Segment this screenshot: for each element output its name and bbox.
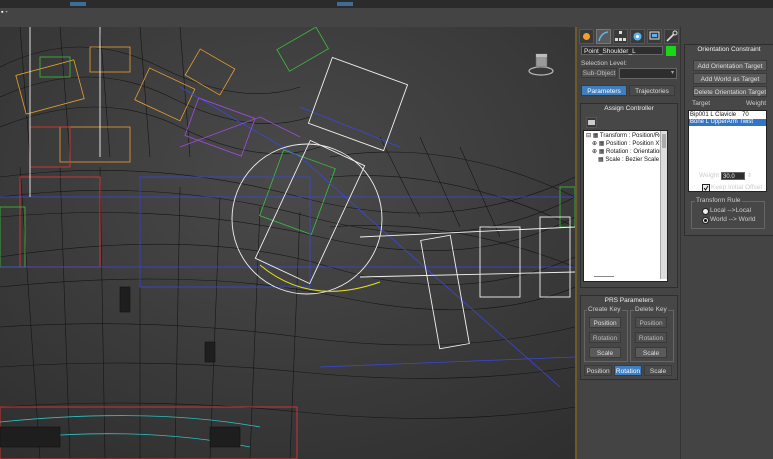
hierarchy-tab-icon[interactable] <box>613 29 628 44</box>
command-panel: Point_Shoulder_L Selection Level: Sub-Ob… <box>577 27 680 459</box>
utilities-tab-icon[interactable] <box>664 29 679 44</box>
chevron-down-icon: ▾ <box>670 70 674 76</box>
transform-rule-label: Transform Rule <box>695 197 742 204</box>
prs-parameters-title[interactable]: PRS Parameters <box>581 296 677 306</box>
controller-tree[interactable]: ⊟ ▦ Transform : Position/Rot ⊕ ▦ Positio… <box>583 130 668 282</box>
object-color-swatch[interactable] <box>666 46 676 56</box>
target-weight: 70 <box>742 112 749 118</box>
object-name-field[interactable]: Point_Shoulder_L <box>581 46 663 55</box>
tree-item-label: Transform : Position/Rot <box>599 133 665 139</box>
target-name: Bip001 L Clavicle <box>690 112 737 118</box>
viewport[interactable] <box>0 27 575 459</box>
tree-item-label: Scale : Bezier Scale <box>605 157 660 163</box>
tree-item-label: Rotation : Orientation <box>606 149 663 155</box>
weight-spinner[interactable]: 30.0 <box>721 172 745 180</box>
spinner-arrows-icon[interactable]: ⇕ <box>747 172 752 179</box>
tree-item-scale[interactable]: ▦ Scale : Bezier Scale <box>598 156 659 164</box>
delete-key-label: Delete Key <box>634 306 668 313</box>
transform-rule-group <box>691 201 765 229</box>
local-local-label: Local -->Local <box>710 207 752 214</box>
wireframe-scene <box>0 27 575 459</box>
scale-subtab[interactable]: Scale <box>644 365 672 376</box>
weight-column-header: Weight <box>746 100 767 107</box>
target-name: Bone L UpperArm Twist <box>690 119 754 125</box>
local-local-radio[interactable] <box>702 208 709 215</box>
delete-rotation-key-button[interactable]: Rotation <box>635 332 667 343</box>
create-scale-key-button[interactable]: Scale <box>589 347 621 358</box>
create-tab-icon[interactable] <box>579 29 594 44</box>
create-position-key-button[interactable]: Position <box>589 317 621 328</box>
target-column-header: Target <box>692 100 711 107</box>
tree-item-position[interactable]: ⊕ ▦ Position : Position XYZ <box>592 140 667 148</box>
command-panel-tabs <box>579 29 679 44</box>
delete-position-key-button[interactable]: Position <box>635 317 667 328</box>
delete-scale-key-button[interactable]: Scale <box>635 347 667 358</box>
toolbar-highlight-1[interactable] <box>70 2 86 6</box>
delete-orientation-target-button[interactable]: Delete Orientation Target <box>693 86 767 97</box>
add-orientation-target-button[interactable]: Add Orientation Target <box>693 60 767 71</box>
viewport-header-bar: ▪ - <box>0 8 773 28</box>
trajectories-tab[interactable]: Trajectories <box>629 85 675 96</box>
tree-item-transform[interactable]: ⊟ ▦ Transform : Position/Rot <box>586 132 664 140</box>
motion-tab-icon[interactable] <box>630 29 645 44</box>
toolbar-highlight-2[interactable] <box>337 2 353 6</box>
modify-tab-icon[interactable] <box>596 29 611 44</box>
tree-scrollbar[interactable] <box>660 131 667 279</box>
tree-hscroll[interactable] <box>594 276 614 277</box>
selection-level-label: Selection Level: <box>581 60 627 67</box>
tree-item-rotation[interactable]: ⊕ ▦ Rotation : Orientation <box>592 148 663 156</box>
world-world-label: World --> World <box>710 216 756 223</box>
position-subtab[interactable]: Position <box>584 365 612 376</box>
add-world-target-button[interactable]: Add World as Target <box>693 73 767 84</box>
parameters-tab[interactable]: Parameters <box>581 85 627 96</box>
create-key-label: Create Key <box>587 306 622 313</box>
display-tab-icon[interactable] <box>647 29 662 44</box>
rotation-subtab[interactable]: Rotation <box>614 365 642 376</box>
world-world-radio[interactable] <box>702 217 709 224</box>
assign-controller-title[interactable]: Assign Controller <box>581 104 677 114</box>
sub-object-button[interactable]: Sub-Object <box>581 68 617 78</box>
keep-initial-offset-label: Keep Initial Offset <box>711 184 763 191</box>
orientation-constraint-panel: Orientation Constraint Add Orientation T… <box>680 27 773 459</box>
target-row[interactable]: Bip001 L Clavicle 70 <box>689 112 766 119</box>
weight-label: Weight <box>699 172 720 179</box>
orientation-constraint-title[interactable]: Orientation Constraint <box>685 45 773 55</box>
create-rotation-key-button[interactable]: Rotation <box>589 332 621 343</box>
viewport-menu[interactable]: ▪ - <box>1 9 15 17</box>
viewcube[interactable] <box>528 52 554 76</box>
tree-scroll-thumb[interactable] <box>662 134 666 148</box>
keep-initial-offset-checkbox[interactable] <box>702 184 710 192</box>
target-row-selected[interactable]: Bone L UpperArm Twist <box>689 119 766 126</box>
assign-controller-icon[interactable] <box>586 117 597 128</box>
prs-parameters-rollout: PRS Parameters Create Key Delete Key Pos… <box>580 295 678 380</box>
sub-object-dropdown[interactable]: ▾ <box>619 68 677 79</box>
tree-item-label: Position : Position XYZ <box>606 141 668 147</box>
